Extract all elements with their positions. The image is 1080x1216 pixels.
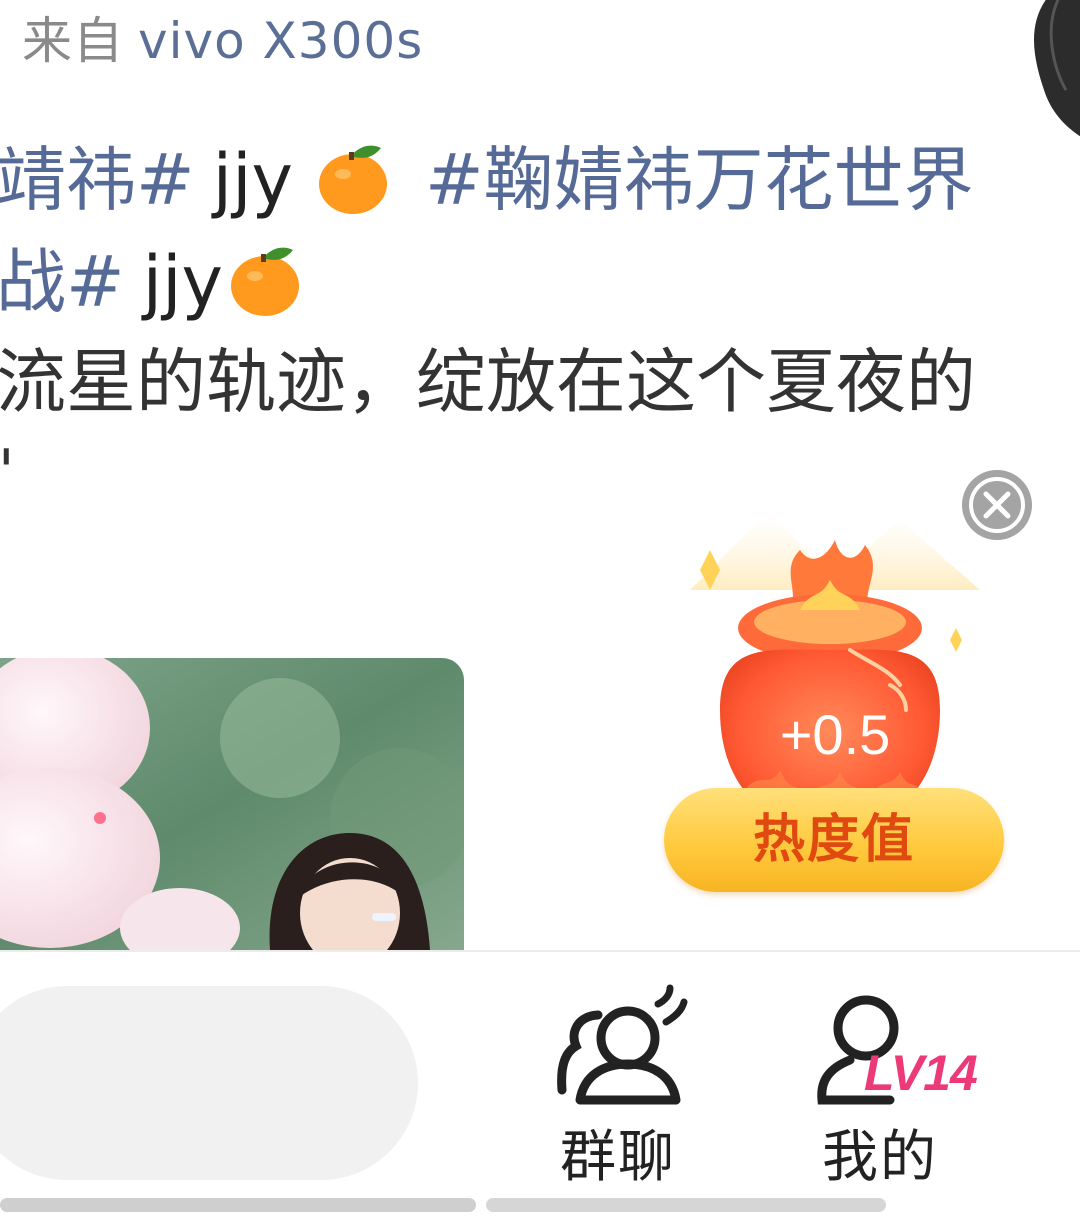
- post-text: jjy: [212, 139, 293, 221]
- post-text-line-4: ': [0, 430, 15, 514]
- source-prefix: 来自: [22, 12, 124, 70]
- heat-value-button[interactable]: 热度值: [664, 788, 1004, 892]
- tangerine-emoji-icon: [230, 247, 299, 316]
- level-badge: LV14: [864, 1045, 978, 1101]
- bottom-toolbar: 群聊 LV14 我的: [0, 950, 1080, 1216]
- topic-link[interactable]: 战#: [0, 241, 125, 323]
- corner-decoration-icon: [1034, 0, 1080, 137]
- post-text-line-1: 靖祎# jjy #鞠婧祎万花世界: [0, 134, 974, 222]
- comment-input[interactable]: [0, 986, 418, 1180]
- post-text-line-2: 战# jjy: [0, 236, 307, 324]
- source-device[interactable]: vivo X300s: [138, 12, 423, 70]
- heat-reward-widget[interactable]: +0.5 热度值: [650, 470, 1050, 910]
- post-photo[interactable]: [0, 658, 464, 950]
- group-chat-icon: [557, 984, 688, 1105]
- post-text-line-3: 流星的轨迹，绽放在这个夏夜的: [0, 341, 976, 423]
- topic-link[interactable]: #鞠婧祎万花世界: [425, 139, 974, 221]
- mine-label: 我的: [822, 1125, 938, 1190]
- mine-button[interactable]: LV14 我的: [780, 980, 980, 1190]
- group-chat-button[interactable]: 群聊: [518, 980, 718, 1190]
- photo-content: [0, 658, 464, 950]
- bottom-divider-right: [486, 1198, 886, 1212]
- tangerine-emoji-icon: [318, 145, 387, 214]
- group-chat-label: 群聊: [560, 1125, 676, 1190]
- post-text: jjy: [142, 241, 223, 323]
- weibo-post-page: 来自 vivo X300s 靖祎# jjy #鞠婧祎万花世界 战# jjy 流星的轨迹…: [0, 0, 1080, 1216]
- heat-value: +0.5: [779, 703, 891, 766]
- post-source: 来自 vivo X300s: [22, 10, 423, 72]
- topic-link[interactable]: 靖祎#: [0, 139, 195, 221]
- bottom-divider-left: [0, 1198, 476, 1212]
